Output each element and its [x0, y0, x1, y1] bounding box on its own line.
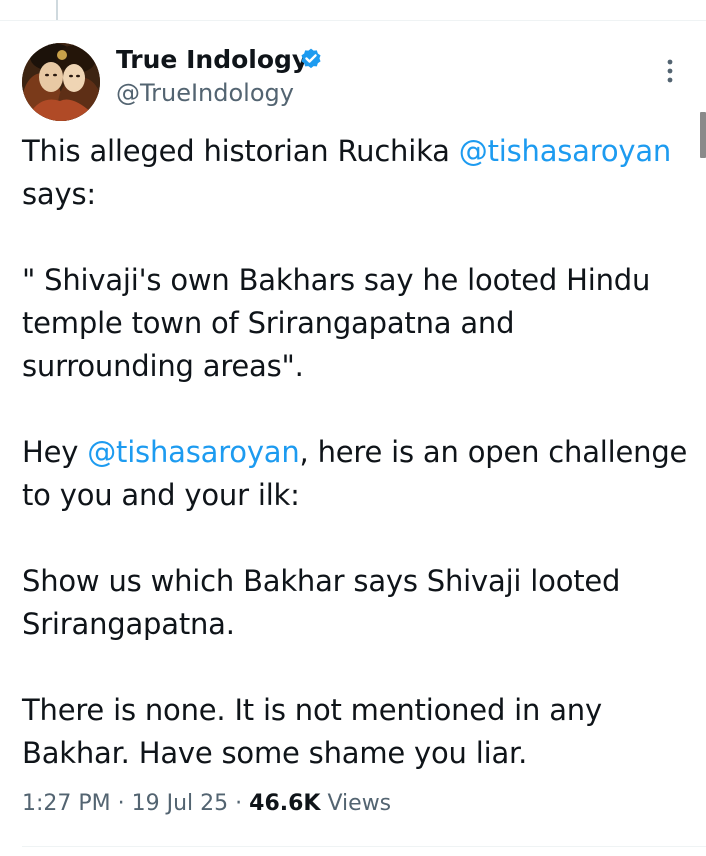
views-label: Views [320, 791, 392, 816]
tweet-paragraph: Hey @tishasaroyan, here is an open chall… [22, 431, 692, 517]
avatar[interactable] [22, 43, 100, 121]
tweet-date[interactable]: 19 Jul 25 [132, 791, 229, 816]
tweet-text-segment: This alleged historian Ruchika [22, 134, 459, 168]
tweet-text-segment: Hey [22, 435, 88, 469]
more-vertical-icon [667, 59, 673, 83]
mention-link[interactable]: @tishasaroyan [459, 134, 672, 168]
more-options-button[interactable] [660, 56, 680, 88]
meta-separator: · [228, 791, 250, 816]
author-display-name[interactable]: True Indology [116, 44, 308, 76]
tweet-metadata: 1:27 PM · 19 Jul 25 · 46.6K Views [22, 788, 391, 820]
verified-badge-icon [301, 48, 321, 69]
bottom-divider [22, 846, 706, 847]
tweet-paragraph: There is none. It is not mentioned in an… [22, 689, 692, 775]
tweet-paragraph: Show us which Bakhar says Shivaji looted… [22, 560, 692, 646]
thread-connector-line [56, 0, 58, 20]
tweet-text-segment: Show us which Bakhar says Shivaji looted… [22, 564, 621, 641]
tweet-text-segment: " Shivaji's own Bakhars say he looted Hi… [22, 263, 651, 383]
views-count[interactable]: 46.6K [249, 791, 320, 816]
tweet-text: This alleged historian Ruchika @tishasar… [22, 130, 692, 775]
mention-link[interactable]: @tishasaroyan [87, 435, 300, 469]
top-divider [0, 20, 706, 21]
author-handle[interactable]: @TrueIndology [116, 78, 294, 108]
tweet-paragraph: This alleged historian Ruchika @tishasar… [22, 130, 692, 216]
tweet-text-segment: There is none. It is not mentioned in an… [22, 693, 602, 770]
meta-separator: · [110, 791, 132, 816]
scrollbar-thumb[interactable] [700, 112, 706, 158]
tweet-time[interactable]: 1:27 PM [22, 791, 111, 816]
avatar-image [22, 43, 100, 121]
tweet-text-segment: says: [22, 177, 96, 211]
tweet-paragraph: " Shivaji's own Bakhars say he looted Hi… [22, 259, 692, 388]
